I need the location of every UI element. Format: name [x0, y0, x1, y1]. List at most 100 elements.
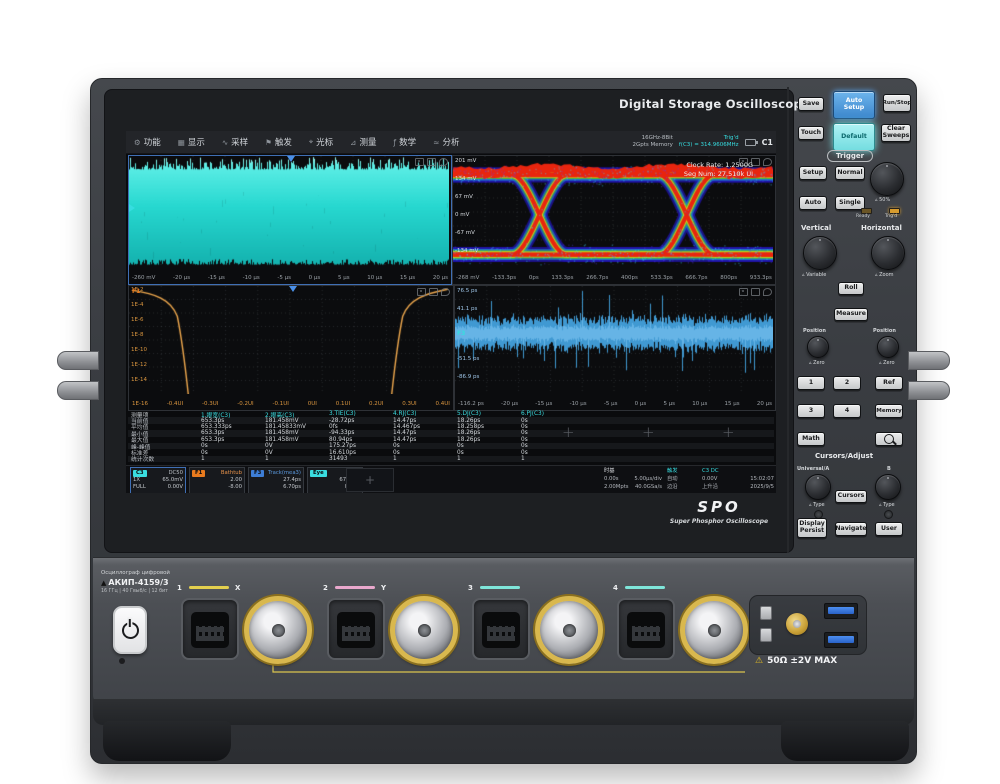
display-persist-button[interactable]: Display Persist: [797, 518, 827, 538]
trigger-setup-button[interactable]: Setup: [799, 166, 827, 180]
menu-item-2[interactable]: ▦显示: [170, 131, 214, 153]
cursors-section-label: Cursors/Adjust: [815, 452, 873, 460]
channel-3-bnc-connector[interactable]: [535, 596, 603, 664]
channel-2-probe-interface[interactable]: [327, 598, 385, 660]
trace-descriptor-f1[interactable]: F1Bathtub2.00-8.00: [189, 467, 245, 493]
touch-button[interactable]: Touch: [798, 126, 824, 140]
brand-model: ▲АКИП-4159/3: [101, 578, 169, 587]
front-panel: Осциллограф цифровой ▲АКИП-4159/3 16 ГГц…: [93, 557, 914, 704]
channel-1-probe-interface[interactable]: [181, 598, 239, 660]
panel-bathtub[interactable]: F1 1E-21E-41E-61E-81E-101E-121E-14 1E-16…: [128, 285, 454, 411]
channel-3-button[interactable]: 3: [797, 404, 825, 418]
pin-icon[interactable]: [439, 158, 448, 166]
probe-clip-bottom[interactable]: [760, 628, 772, 642]
waveform-canvas-acquisition[interactable]: [129, 156, 449, 268]
run-stop-button[interactable]: Run/Stop: [883, 94, 911, 112]
menu-item-4[interactable]: ⚑触发: [257, 131, 301, 153]
screen[interactable]: ⚙功能▦显示∿采样⚑触发⌖光标⊿测量ƒ数学≈分析 16GHz-8Bit2Gpts…: [126, 131, 776, 493]
channel-4-bnc-connector[interactable]: [680, 596, 748, 664]
memory-button[interactable]: Memory: [875, 404, 903, 418]
right-foot: [781, 721, 909, 761]
trigger-level-knob[interactable]: [870, 162, 904, 196]
zoom-hint: ▵ Zoom: [875, 272, 894, 278]
channel-3-probe-interface[interactable]: [472, 598, 530, 660]
add-trace-slot[interactable]: +: [346, 468, 394, 492]
universal-a-knob[interactable]: [805, 474, 831, 500]
vertical-position-knob[interactable]: [807, 336, 829, 358]
pin-icon[interactable]: [441, 288, 450, 296]
ref-button[interactable]: Ref: [875, 376, 903, 390]
fullscreen-icon[interactable]: [429, 288, 438, 296]
add-measurement-slot[interactable]: +: [642, 423, 655, 441]
user-button[interactable]: User: [875, 522, 903, 536]
trace-label-f3: F3: [457, 330, 465, 337]
panel-acquisition[interactable]: -260 mV-20 µs-15 µs-10 µs-5 µs0 µs5 µs10…: [128, 155, 452, 285]
menu-item-3[interactable]: ∿采样: [214, 131, 257, 153]
channel-4-probe-interface[interactable]: [617, 598, 675, 660]
usb-port-top[interactable]: [824, 603, 858, 619]
camera-icon[interactable]: [417, 288, 426, 296]
horizontal-scale-knob[interactable]: [871, 236, 905, 270]
power-icon: [122, 622, 139, 639]
horizontal-position-knob[interactable]: [877, 336, 899, 358]
measure-button[interactable]: Measure: [834, 308, 868, 321]
cursors-button[interactable]: Cursors: [835, 490, 867, 503]
power-button[interactable]: [113, 606, 147, 654]
pin-icon[interactable]: [763, 288, 772, 296]
navigate-button[interactable]: Navigate: [835, 522, 867, 536]
clear-sweeps-button[interactable]: Clear Sweeps: [881, 124, 911, 142]
add-measurement-slot[interactable]: +: [722, 423, 735, 441]
channel-level-marker[interactable]: [129, 204, 135, 212]
a-type-hint: ▵ Type: [809, 502, 825, 508]
panel-tie-track[interactable]: F3 76.5 ps41.1 ps-51.5 ps-86.9 ps -116.2…: [454, 285, 776, 411]
camera-icon[interactable]: [415, 158, 424, 166]
menu-item-6[interactable]: ⊿测量: [342, 131, 385, 153]
trigger-position-marker[interactable]: [289, 286, 297, 292]
waveform-canvas-tie[interactable]: [455, 286, 773, 394]
roll-button[interactable]: Roll: [838, 282, 864, 295]
channel-1-button[interactable]: 1: [797, 376, 825, 390]
sma-connector[interactable]: [786, 613, 808, 635]
b-knob[interactable]: [875, 474, 901, 500]
control-panel: Save Auto Setup Run/Stop Touch Default C…: [789, 86, 914, 556]
waveform-canvas-bathtub[interactable]: [129, 286, 451, 394]
channel-4-button[interactable]: 4: [833, 404, 861, 418]
channel-1-input-group: 1 X: [177, 584, 327, 676]
auto-setup-button[interactable]: Auto Setup: [833, 91, 875, 119]
panel-eye-diagram[interactable]: Clock Rate: 1.2500GSeg Num: 27.510k UI 2…: [452, 155, 776, 285]
channel-2-bnc-connector[interactable]: [390, 596, 458, 664]
menu-item-5[interactable]: ⌖光标: [301, 131, 342, 153]
measure-icon: ⊿: [350, 138, 356, 147]
camera-icon[interactable]: [739, 288, 748, 296]
add-measurement-slot[interactable]: +: [562, 423, 575, 441]
measurement-table[interactable]: 测量项1.眼宽(C3)2.眼高(C3)3.TIE(C3)4.RJ(C3)5.DJ…: [128, 411, 774, 463]
x-axis-ticks: -116.2 ps-20 µs-15 µs-10 µs-5 µs0 µs5 µs…: [455, 397, 775, 410]
trigger-mode-box[interactable]: 触发 自动 边沿: [667, 467, 699, 491]
usb-port-bottom[interactable]: [824, 632, 858, 648]
timebase-box[interactable]: 时基 0.00s5.00µs/div 2.00Mpts40.0GSa/s: [604, 467, 662, 491]
menu-item-7[interactable]: ƒ数学: [385, 131, 425, 153]
save-button[interactable]: Save: [798, 97, 824, 111]
io-panel: [749, 595, 867, 655]
trigger-normal-button[interactable]: Normal: [835, 166, 865, 180]
probe-clip-top[interactable]: [760, 606, 772, 620]
search-button[interactable]: [875, 432, 903, 446]
channel-2-button[interactable]: 2: [833, 376, 861, 390]
trace-descriptor-c3[interactable]: C3DC501X65.0mVFULL0.00V: [130, 467, 186, 493]
b-type-hint: ▵ Type: [879, 502, 895, 508]
level-50pct-hint: ▵ 50%: [875, 197, 890, 203]
v-position-label: Position: [803, 328, 826, 334]
menu-item-1[interactable]: ⚙功能: [126, 131, 170, 153]
trigger-auto-button[interactable]: Auto: [799, 196, 827, 210]
channel-1-bnc-connector[interactable]: [244, 596, 312, 664]
pin-icon[interactable]: [763, 158, 772, 166]
fullscreen-icon[interactable]: [751, 288, 760, 296]
default-button[interactable]: Default: [833, 123, 875, 151]
math-button[interactable]: Math: [797, 432, 825, 446]
trigger-source-box[interactable]: C3 DC 0.00V 上升沿: [702, 467, 736, 491]
menu-item-8[interactable]: ≈分析: [425, 131, 468, 153]
vertical-scale-knob[interactable]: [803, 236, 837, 270]
trace-descriptor-f3[interactable]: F3Track(mea3)27.4ps6.70ps: [248, 467, 304, 493]
fullscreen-icon[interactable]: [427, 158, 436, 166]
trigger-position-marker[interactable]: [287, 156, 295, 162]
